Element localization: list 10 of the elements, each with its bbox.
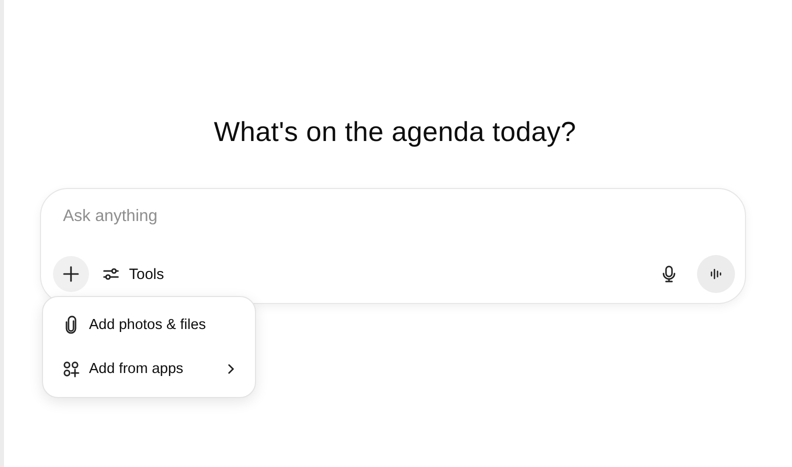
composer-field[interactable]: Ask anything Tools bbox=[40, 188, 746, 304]
prompt-input-field[interactable]: Ask anything bbox=[53, 201, 735, 232]
page-heading: What's on the agenda today? bbox=[214, 116, 576, 148]
apps-icon bbox=[61, 359, 81, 379]
add-button[interactable] bbox=[53, 256, 89, 292]
menu-item[interactable]: Add from apps bbox=[49, 347, 249, 391]
voice-mode-button[interactable] bbox=[697, 255, 735, 293]
tools-button[interactable]: Tools bbox=[93, 258, 172, 290]
menu-item[interactable]: Add photos & files bbox=[49, 303, 249, 347]
plus-icon bbox=[61, 264, 81, 284]
